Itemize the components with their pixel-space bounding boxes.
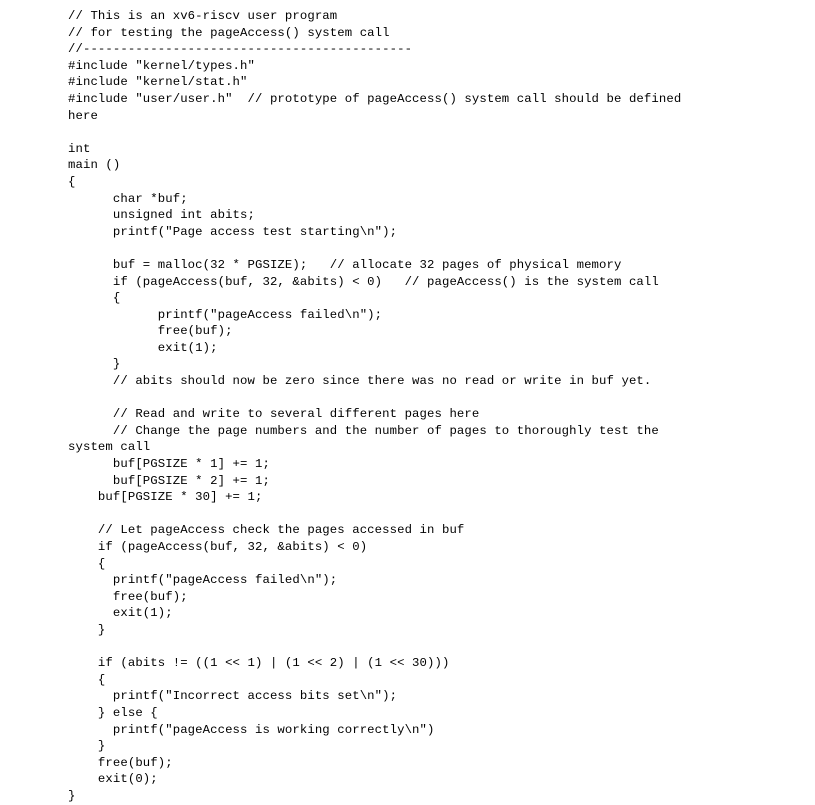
code-line: // abits should now be zero since there … bbox=[68, 374, 651, 388]
code-line: printf("pageAccess failed\n"); bbox=[68, 573, 337, 587]
code-line: unsigned int abits; bbox=[68, 208, 255, 222]
code-line: // for testing the pageAccess() system c… bbox=[68, 26, 390, 40]
code-line: here bbox=[68, 109, 98, 123]
code-line: // This is an xv6-riscv user program bbox=[68, 9, 337, 23]
code-line: int bbox=[68, 142, 90, 156]
code-line: //--------------------------------------… bbox=[68, 42, 412, 56]
code-line: { bbox=[68, 673, 105, 687]
code-line: } else { bbox=[68, 706, 158, 720]
code-line: } bbox=[68, 789, 75, 803]
code-line: printf("pageAccess failed\n"); bbox=[68, 308, 382, 322]
code-line: } bbox=[68, 623, 105, 637]
code-line: exit(0); bbox=[68, 772, 158, 786]
code-block: // This is an xv6-riscv user program // … bbox=[0, 0, 815, 805]
code-line: free(buf); bbox=[68, 590, 188, 604]
code-line: main () bbox=[68, 158, 120, 172]
code-line: if (pageAccess(buf, 32, &abits) < 0) bbox=[68, 540, 367, 554]
code-line: } bbox=[68, 357, 120, 371]
code-line: // Read and write to several different p… bbox=[68, 407, 479, 421]
code-line: buf[PGSIZE * 30] += 1; bbox=[68, 490, 262, 504]
code-line: char *buf; bbox=[68, 192, 188, 206]
code-line: { bbox=[68, 291, 120, 305]
code-line: buf[PGSIZE * 2] += 1; bbox=[68, 474, 270, 488]
code-line: free(buf); bbox=[68, 324, 233, 338]
code-line: printf("Incorrect access bits set\n"); bbox=[68, 689, 397, 703]
code-line: { bbox=[68, 175, 75, 189]
code-line: system call bbox=[68, 440, 150, 454]
code-line: buf[PGSIZE * 1] += 1; bbox=[68, 457, 270, 471]
code-line: if (pageAccess(buf, 32, &abits) < 0) // … bbox=[68, 275, 659, 289]
code-line: #include "kernel/types.h" bbox=[68, 59, 255, 73]
code-line: exit(1); bbox=[68, 606, 173, 620]
code-line: if (abits != ((1 << 1) | (1 << 2) | (1 <… bbox=[68, 656, 449, 670]
code-line: { bbox=[68, 557, 105, 571]
code-line: #include "kernel/stat.h" bbox=[68, 75, 248, 89]
code-line: free(buf); bbox=[68, 756, 173, 770]
code-line: // Let pageAccess check the pages access… bbox=[68, 523, 464, 537]
code-line: } bbox=[68, 739, 105, 753]
code-line: #include "user/user.h" // prototype of p… bbox=[68, 92, 681, 106]
code-line: printf("pageAccess is working correctly\… bbox=[68, 723, 435, 737]
code-line: buf = malloc(32 * PGSIZE); // allocate 3… bbox=[68, 258, 621, 272]
code-line: printf("Page access test starting\n"); bbox=[68, 225, 397, 239]
code-line: // Change the page numbers and the numbe… bbox=[68, 424, 659, 438]
code-line: exit(1); bbox=[68, 341, 218, 355]
